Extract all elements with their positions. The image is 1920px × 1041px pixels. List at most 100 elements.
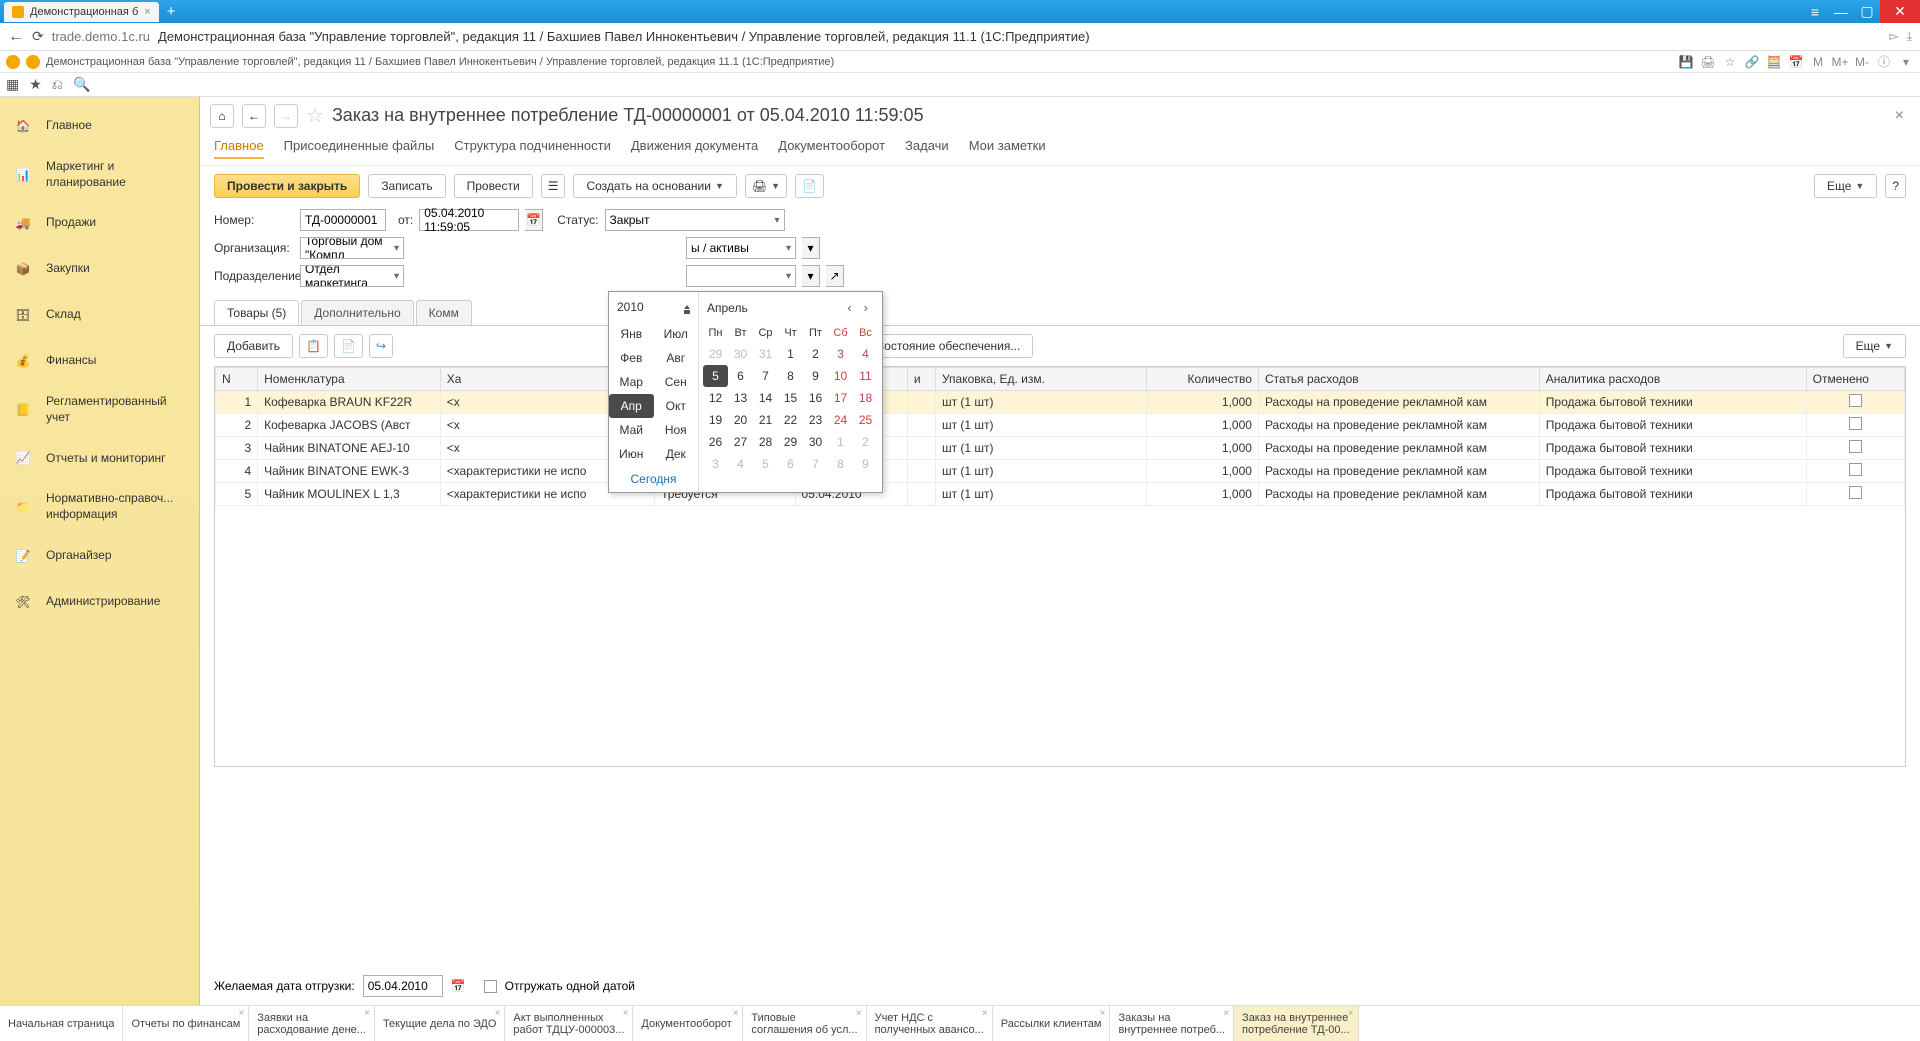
- dp-day-cell[interactable]: 25: [853, 409, 878, 431]
- maximize-button[interactable]: ▢: [1854, 0, 1880, 23]
- dp-day-cell[interactable]: 9: [803, 365, 828, 387]
- cell-cancelled[interactable]: [1806, 460, 1904, 483]
- dp-day-cell[interactable]: 14: [753, 387, 778, 409]
- sidebar-item-main[interactable]: 🏠Главное: [0, 103, 199, 149]
- tab-close-icon[interactable]: ×: [733, 1008, 739, 1019]
- tab-close-icon[interactable]: ×: [1223, 1008, 1229, 1019]
- dp-prev-month-button[interactable]: ‹: [841, 300, 857, 315]
- secondary-dropdown-button[interactable]: ▾: [802, 265, 820, 287]
- tab-docflow[interactable]: Документооборот: [778, 138, 885, 159]
- dp-day-cell[interactable]: 15: [778, 387, 803, 409]
- dp-day-cell[interactable]: 22: [778, 409, 803, 431]
- tool-calendar-icon[interactable]: 📅: [1788, 54, 1804, 70]
- tool-info-icon[interactable]: ⓘ: [1876, 54, 1892, 70]
- number-input[interactable]: ТД-00000001: [300, 209, 386, 231]
- post-and-close-button[interactable]: Провести и закрыть: [214, 174, 360, 198]
- secondary-open-button[interactable]: ↗: [826, 265, 844, 287]
- inner-tab-goods[interactable]: Товары (5): [214, 300, 299, 325]
- dp-month-cell[interactable]: Авг: [654, 346, 699, 370]
- tab-tasks[interactable]: Задачи: [905, 138, 949, 159]
- back-button[interactable]: ←: [8, 28, 24, 46]
- url-host[interactable]: trade.demo.1c.ru: [52, 29, 150, 44]
- table-row[interactable]: 2Кофеварка JACOBS (Авст<хшт (1 шт)1,000Р…: [216, 414, 1905, 437]
- dp-day-cell[interactable]: 1: [778, 343, 803, 365]
- col-expense[interactable]: Статья расходов: [1258, 368, 1539, 391]
- tool-dropdown-icon[interactable]: ▾: [1898, 54, 1914, 70]
- tab-close-icon[interactable]: ×: [144, 6, 150, 18]
- dp-day-cell[interactable]: 7: [753, 365, 778, 387]
- sidebar-item-sales[interactable]: 🚚Продажи: [0, 200, 199, 246]
- col-i[interactable]: и: [907, 368, 935, 391]
- favorites-icon[interactable]: ★: [29, 76, 42, 93]
- dp-day-cell[interactable]: 27: [728, 431, 753, 453]
- bottom-tab[interactable]: ×Документооборот: [633, 1006, 743, 1041]
- dp-month-cell[interactable]: Май: [609, 418, 654, 442]
- dp-day-cell[interactable]: 5: [703, 365, 728, 387]
- tab-close-icon[interactable]: ×: [982, 1008, 988, 1019]
- bottom-tab[interactable]: ×Текущие дела по ЭДО: [375, 1006, 505, 1041]
- new-tab-button[interactable]: +: [167, 3, 176, 20]
- home-button[interactable]: ⌂: [210, 104, 234, 128]
- dp-day-cell[interactable]: 13: [728, 387, 753, 409]
- nav-back-button[interactable]: ←: [242, 104, 266, 128]
- app-back-icon[interactable]: [26, 55, 40, 69]
- dp-day-cell[interactable]: 29: [778, 431, 803, 453]
- dp-day-cell[interactable]: 9: [853, 453, 878, 475]
- tab-close-icon[interactable]: ×: [364, 1008, 370, 1019]
- sidebar-item-warehouse[interactable]: 🗄Склад: [0, 292, 199, 338]
- dp-next-month-button[interactable]: ›: [858, 300, 874, 315]
- sidebar-item-admin[interactable]: 🛠Администрирование: [0, 579, 199, 625]
- sidebar-item-accounting[interactable]: 📒Регламентированный учет: [0, 384, 199, 435]
- bottom-tab[interactable]: ×Рассылки клиентам: [993, 1006, 1111, 1041]
- dp-day-cell[interactable]: 30: [728, 343, 753, 365]
- tab-close-icon[interactable]: ×: [623, 1008, 629, 1019]
- share-button[interactable]: ↪: [369, 334, 393, 358]
- table-row[interactable]: 5Чайник MOULINEX L 1,3<характеристики не…: [216, 483, 1905, 506]
- ship-date-calendar-button[interactable]: 📅: [451, 979, 466, 993]
- dp-month-cell[interactable]: Июл: [654, 322, 699, 346]
- dp-today-button[interactable]: Сегодня: [609, 466, 698, 492]
- bottom-tab[interactable]: ×Типовыесоглашения об усл...: [743, 1006, 866, 1041]
- table-row[interactable]: 4Чайник BINATONE EWK-3<характеристики не…: [216, 460, 1905, 483]
- dp-day-cell[interactable]: 30: [803, 431, 828, 453]
- dp-month-cell[interactable]: Апр: [609, 394, 654, 418]
- tab-close-icon[interactable]: ×: [495, 1008, 501, 1019]
- ship-date-input[interactable]: 05.04.2010: [363, 975, 443, 997]
- tab-movements[interactable]: Движения документа: [631, 138, 758, 159]
- bottom-tab[interactable]: ×Учет НДС сполученных авансо...: [867, 1006, 993, 1041]
- cell-cancelled[interactable]: [1806, 414, 1904, 437]
- doc-close-button[interactable]: ×: [1889, 107, 1910, 125]
- browser-tab[interactable]: Демонстрационная б ×: [4, 2, 159, 22]
- group-dropdown-button[interactable]: ▾: [802, 237, 820, 259]
- menu-icon[interactable]: ≡: [1802, 0, 1828, 23]
- org-select[interactable]: Торговый дом "Компл: [300, 237, 404, 259]
- dp-day-cell[interactable]: 31: [753, 343, 778, 365]
- bottom-tab[interactable]: ×Заказ на внутреннеепотребление ТД-00...: [1234, 1006, 1359, 1041]
- sidebar-item-purchases[interactable]: 📦Закупки: [0, 246, 199, 292]
- dp-day-cell[interactable]: 18: [853, 387, 878, 409]
- tool-link-icon[interactable]: 🔗: [1744, 54, 1760, 70]
- tool-calc-icon[interactable]: 🧮: [1766, 54, 1782, 70]
- history-icon[interactable]: ⎌: [52, 76, 63, 93]
- dp-day-cell[interactable]: 1: [828, 431, 853, 453]
- page-arrow-icon[interactable]: ▻: [1889, 29, 1898, 44]
- cell-cancelled[interactable]: [1806, 437, 1904, 460]
- supply-status-button[interactable]: Состояние обеспечения...: [863, 334, 1034, 358]
- dp-day-cell[interactable]: 20: [728, 409, 753, 431]
- dp-day-cell[interactable]: 2: [803, 343, 828, 365]
- date-input[interactable]: 05.04.2010 11:59:05: [419, 209, 519, 231]
- group-select[interactable]: ы / активы: [686, 237, 796, 259]
- table-more-button[interactable]: Еще▼: [1843, 334, 1906, 358]
- copy-button[interactable]: 📋: [299, 334, 328, 358]
- dp-day-cell[interactable]: 4: [728, 453, 753, 475]
- search-icon[interactable]: 🔍: [73, 76, 90, 93]
- sidebar-item-reference[interactable]: 📁Нормативно-справоч... информация: [0, 481, 199, 532]
- zoom-m[interactable]: M: [1810, 54, 1826, 70]
- tab-notes[interactable]: Мои заметки: [969, 138, 1046, 159]
- table-row[interactable]: 3Чайник BINATONE AEJ-10<хшт (1 шт)1,000Р…: [216, 437, 1905, 460]
- dp-month-cell[interactable]: Окт: [654, 394, 699, 418]
- inner-tab-comment[interactable]: Комм: [416, 300, 472, 325]
- dp-month-cell[interactable]: Июн: [609, 442, 654, 466]
- zoom-m-minus[interactable]: M-: [1854, 54, 1870, 70]
- dp-day-cell[interactable]: 5: [753, 453, 778, 475]
